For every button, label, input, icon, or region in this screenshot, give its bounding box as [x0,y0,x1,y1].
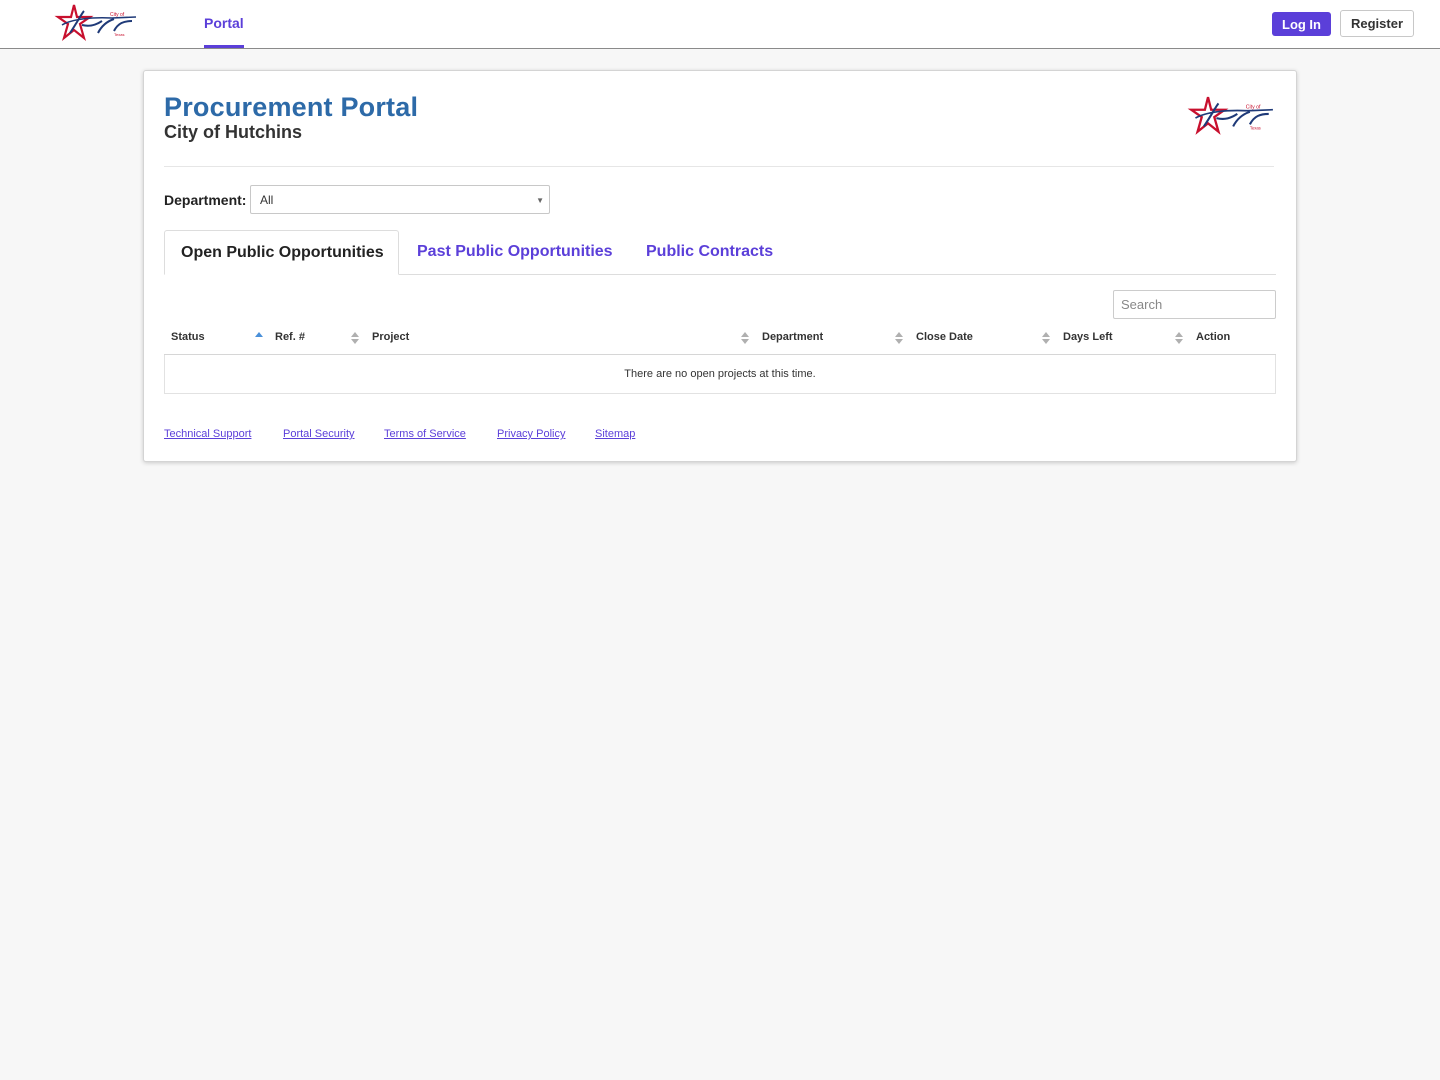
svg-text:Texas: Texas [1250,126,1261,131]
tab-past-public-opportunities[interactable]: Past Public Opportunities [417,230,613,275]
column-header-close-date[interactable]: Close Date [916,331,973,345]
svg-text:City of: City of [110,12,125,18]
nav-portal-link[interactable]: Portal [204,0,244,48]
table-empty-message: There are no open projects at this time. [164,355,1276,394]
register-button[interactable]: Register [1340,10,1414,37]
procurement-card: Procurement Portal City of Hutchins City… [143,70,1297,462]
sort-icon[interactable] [895,330,903,346]
column-header-project[interactable]: Project [372,331,409,345]
page-subtitle: City of Hutchins [164,122,302,142]
department-selected-value: All [260,193,274,207]
header-divider [164,166,1274,167]
footer-link-portal-security[interactable]: Portal Security [283,428,355,440]
column-header-department[interactable]: Department [762,331,823,345]
department-label: Department: [164,192,247,208]
column-header-status[interactable]: Status [171,331,205,345]
footer-link-privacy-policy[interactable]: Privacy Policy [497,428,565,440]
sort-icon[interactable] [351,330,359,346]
footer-link-technical-support[interactable]: Technical Support [164,428,251,440]
tab-open-public-opportunities[interactable]: Open Public Opportunities [164,230,399,275]
city-of-hutchins-logo: City of Texas [1187,96,1273,135]
top-navigation-bar: City of Texas Portal Log In Register [0,0,1440,49]
footer-link-sitemap[interactable]: Sitemap [595,428,635,440]
search-input[interactable] [1113,290,1276,319]
footer-link-terms-of-service[interactable]: Terms of Service [384,428,466,440]
sort-icon[interactable] [1175,330,1183,346]
sort-icon[interactable] [741,330,749,346]
chevron-down-icon: ▼ [536,196,544,205]
svg-text:City of: City of [1246,105,1261,111]
tab-public-contracts[interactable]: Public Contracts [646,230,773,275]
department-select[interactable]: All ▼ [250,185,550,214]
column-header-ref[interactable]: Ref. # [275,331,305,345]
column-header-action: Action [1196,331,1231,343]
page-title: Procurement Portal [164,92,419,122]
sort-icon[interactable] [1042,330,1050,346]
log-in-button[interactable]: Log In [1272,12,1331,36]
sort-ascending-icon[interactable] [255,330,263,346]
city-of-hutchins-logo[interactable]: City of Texas [52,3,138,43]
svg-text:Texas: Texas [114,32,124,37]
column-header-days-left[interactable]: Days Left [1063,331,1113,345]
